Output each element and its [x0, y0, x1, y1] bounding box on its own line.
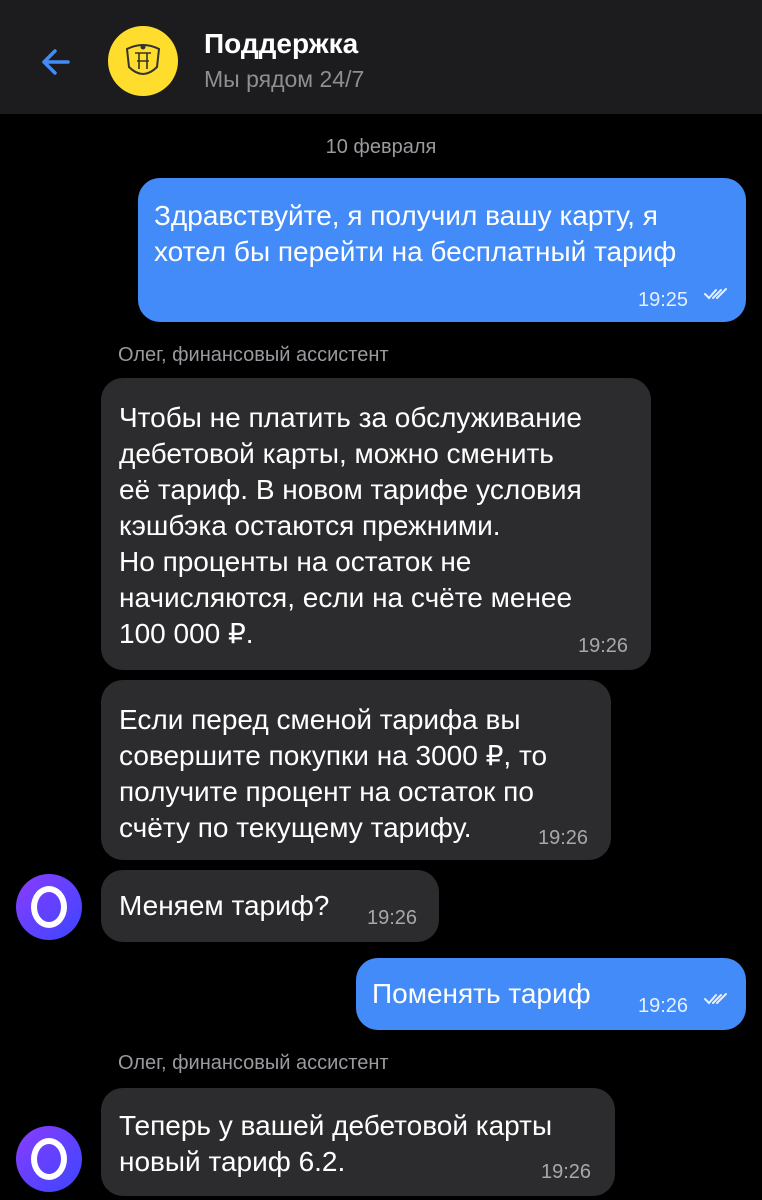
arrow-left-icon [42, 49, 70, 75]
message-incoming[interactable]: Если перед сменой тарифа вы совершите по… [101, 680, 611, 860]
message-time: 19:26 [367, 907, 418, 929]
message-incoming[interactable]: Чтобы не платить за обслуживание дебетов… [101, 378, 651, 670]
tinkoff-logo [125, 44, 161, 75]
message-outgoing[interactable]: Поменять тариф 19:26 [356, 958, 746, 1030]
message-incoming[interactable]: Теперь у вашей дебетовой карты новый тар… [101, 1088, 615, 1196]
chat-subtitle: Мы рядом 24/7 [204, 66, 365, 92]
assistant-avatar-o [31, 1138, 67, 1180]
sender-name: Олег, финансовый ассистент [118, 1052, 389, 1074]
sender-name: Олег, финансовый ассистент [118, 344, 389, 366]
message-text: Чтобы не платить за обслуживание дебетов… [119, 402, 582, 649]
double-check-icon [704, 993, 727, 1005]
message-time: 19:26 [538, 827, 589, 849]
chat-title[interactable]: Поддержка [204, 28, 358, 60]
message-time: 19:25 [638, 289, 689, 311]
assistant-avatar-o [31, 886, 67, 928]
message-time: 19:26 [638, 995, 689, 1017]
back-button[interactable] [36, 42, 76, 82]
message-outgoing[interactable]: Здравствуйте, я получил вашу карту, я хо… [138, 178, 746, 322]
message-text: Если перед сменой тарифа вы совершите по… [119, 704, 548, 843]
double-check-icon [704, 288, 727, 300]
message-time: 19:26 [541, 1161, 592, 1183]
message-time: 19:26 [578, 635, 629, 657]
message-incoming[interactable]: Меняем тариф? 19:26 [101, 870, 439, 942]
assistant-avatar[interactable] [16, 1126, 82, 1192]
support-avatar[interactable] [108, 26, 178, 96]
assistant-avatar[interactable] [16, 874, 82, 940]
chat-header: Поддержка Мы рядом 24/7 [0, 0, 762, 114]
message-text: Теперь у вашей дебетовой карты новый тар… [119, 1110, 553, 1177]
date-separator: 10 февраля [325, 136, 437, 158]
message-text: Здравствуйте, я получил вашу карту, я хо… [154, 200, 677, 267]
